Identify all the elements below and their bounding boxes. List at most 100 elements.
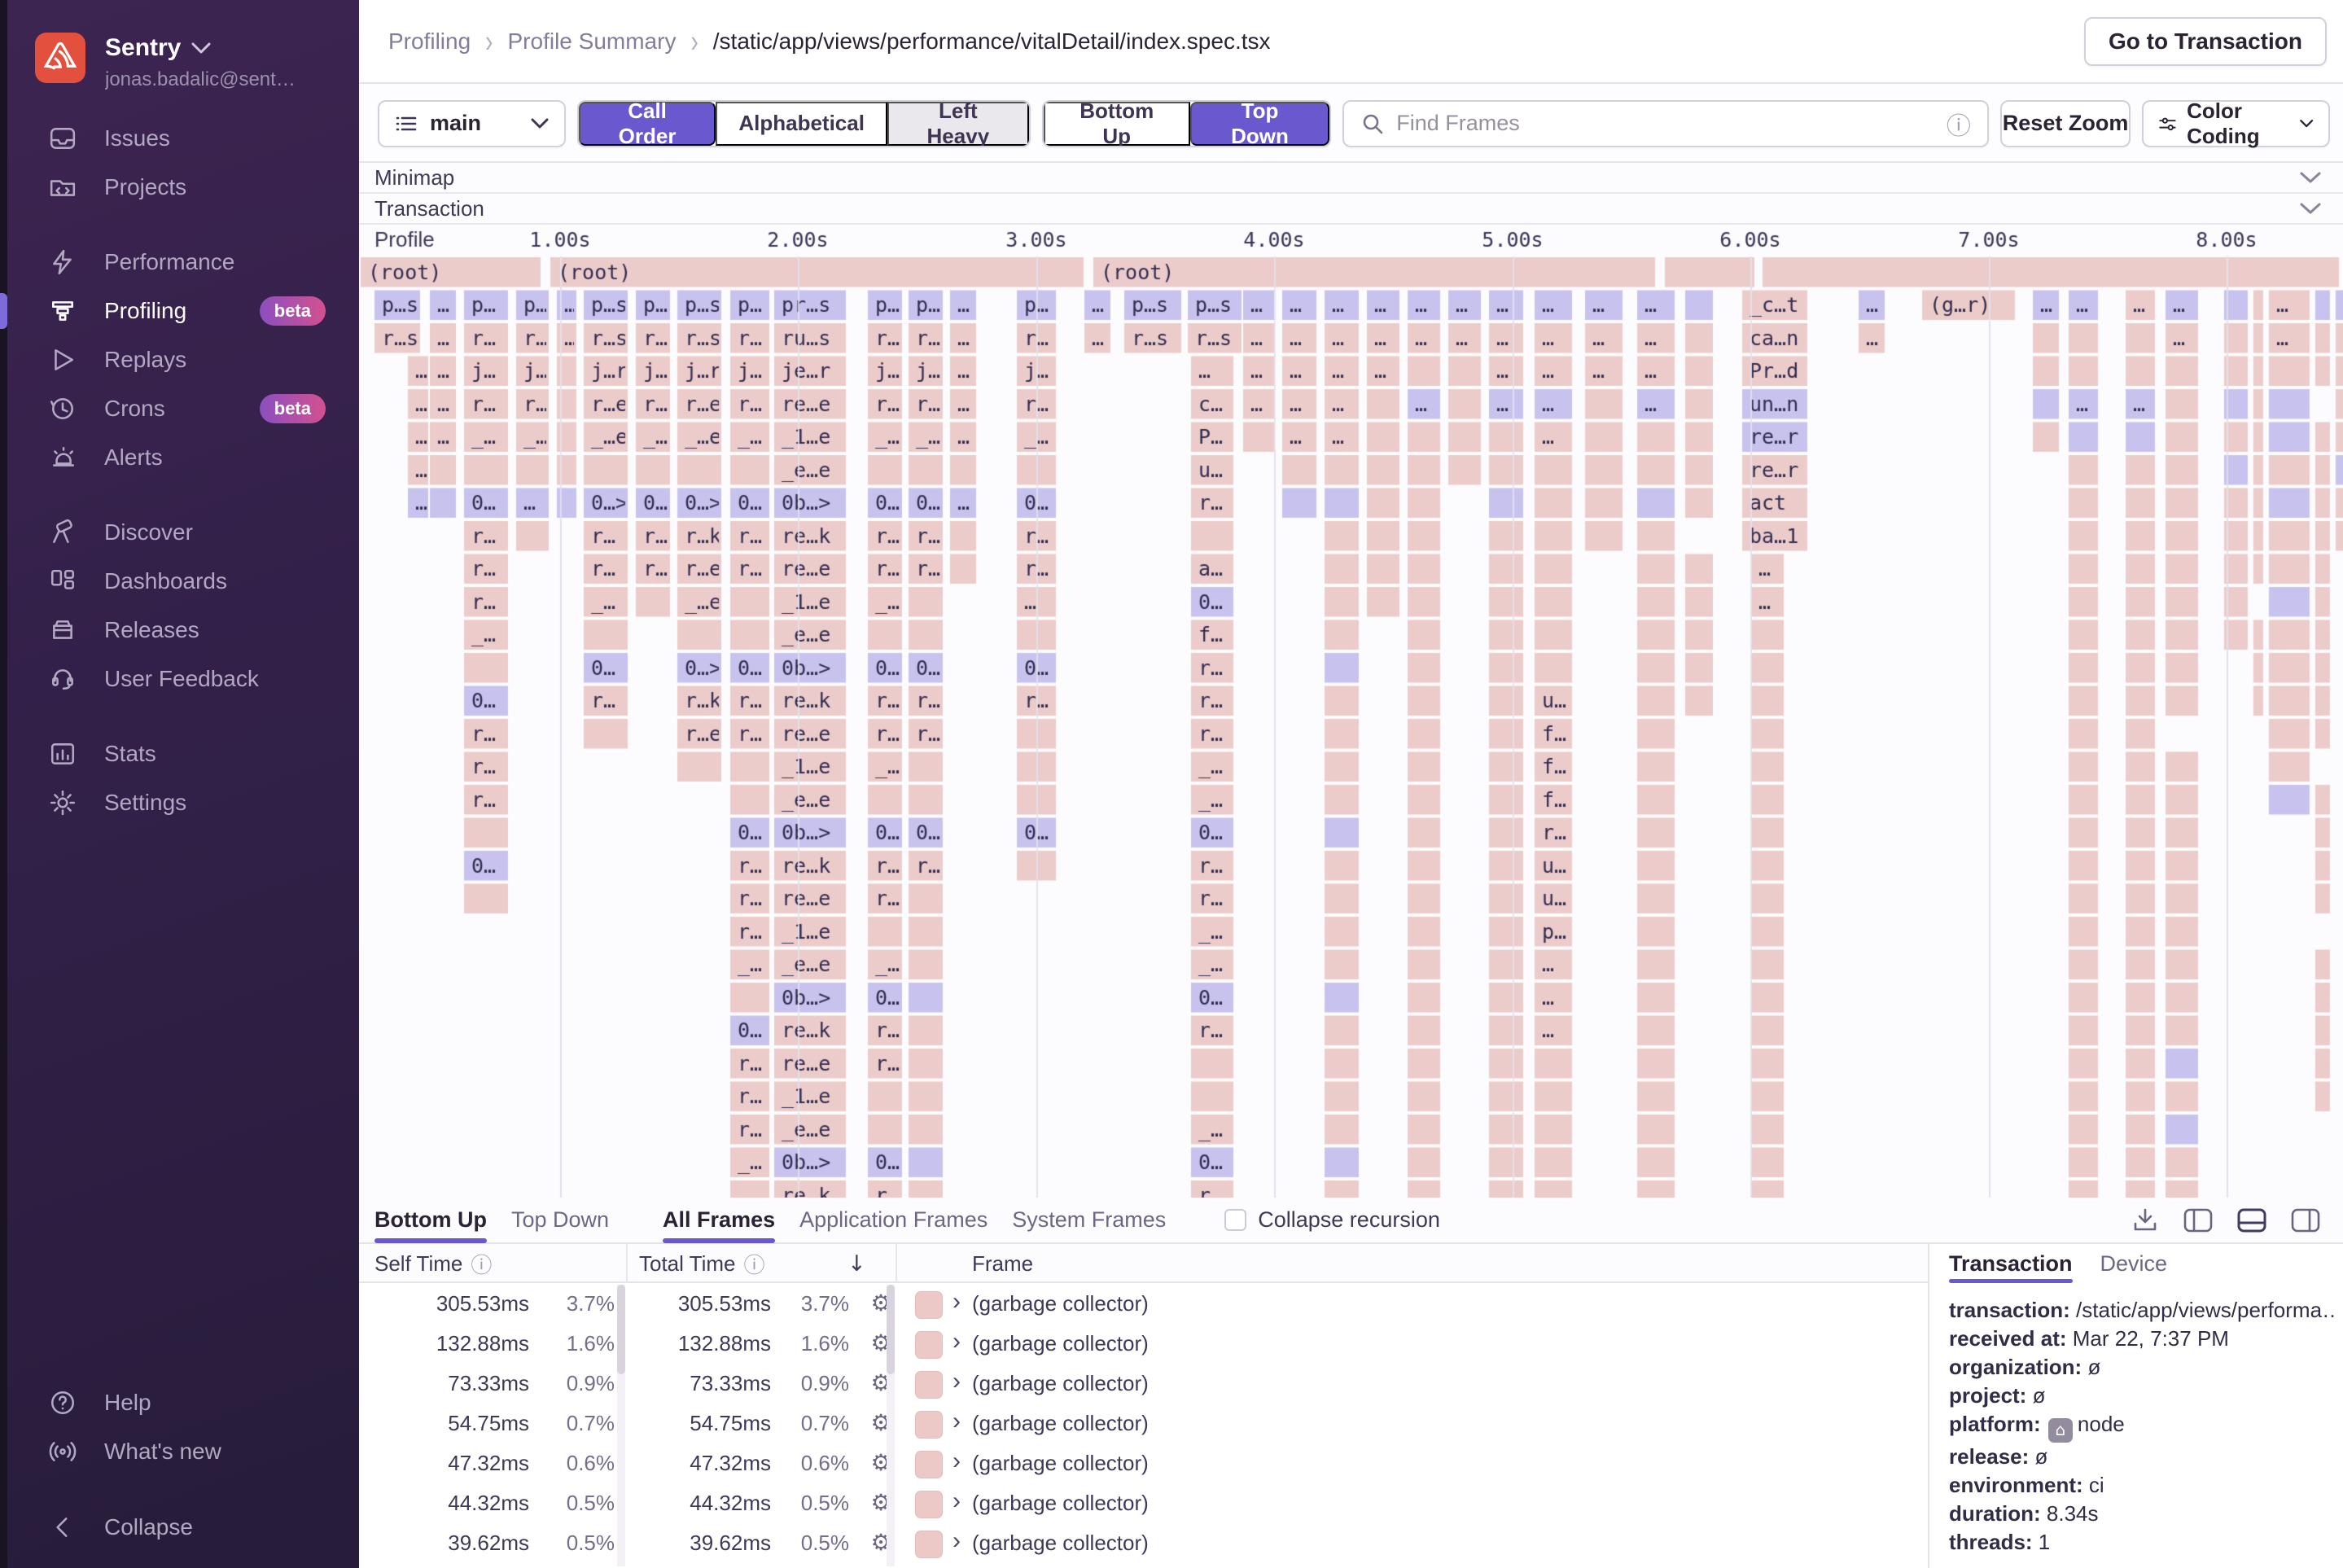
table-row[interactable]: 39.62ms0.5%39.62ms0.5%⚙︎›(garbage collec… xyxy=(359,1522,1928,1562)
table-row[interactable]: 44.32ms0.5%44.32ms0.5%⚙︎›(garbage collec… xyxy=(359,1483,1928,1522)
sort-direction-icon[interactable]: ↓ xyxy=(847,1244,866,1283)
sidebar-item-stats[interactable]: Stats xyxy=(0,729,359,778)
chevron-down-icon[interactable] xyxy=(2299,171,2322,184)
tab-all-frames[interactable]: All Frames xyxy=(663,1197,775,1243)
scrollbar-thumb[interactable] xyxy=(617,1285,625,1374)
breadcrumb-profiling[interactable]: Profiling xyxy=(388,28,471,55)
direction-option-bottom-up[interactable]: Bottom Up xyxy=(1044,102,1190,146)
frame-name[interactable]: (garbage collector) xyxy=(972,1331,1149,1356)
detail-platform: platform: ⌂node xyxy=(1949,1410,2335,1443)
dock-left-icon[interactable] xyxy=(2183,1208,2213,1233)
breadcrumb-profile-summary[interactable]: Profile Summary xyxy=(508,28,677,55)
frame-name[interactable]: (garbage collector) xyxy=(972,1491,1149,1516)
main-content: Profiling › Profile Summary › /static/ap… xyxy=(359,0,2343,1568)
stats-icon xyxy=(49,740,77,768)
collapse-icon xyxy=(49,1513,77,1541)
transaction-band[interactable]: Transaction xyxy=(359,194,2343,225)
expand-chevron-icon[interactable]: › xyxy=(953,1368,961,1395)
performance-icon xyxy=(49,248,77,276)
table-row[interactable]: 54.75ms0.7%54.75ms0.7%⚙︎›(garbage collec… xyxy=(359,1403,1928,1443)
expand-chevron-icon[interactable]: › xyxy=(953,1288,961,1316)
self-time-value: 39.62ms xyxy=(374,1531,529,1556)
issues-icon xyxy=(49,125,77,152)
sort-option-alphabetical[interactable]: Alphabetical xyxy=(716,102,887,146)
dock-bottom-icon[interactable] xyxy=(2237,1208,2266,1233)
detail-organization: organization: ø xyxy=(1949,1353,2335,1382)
download-icon[interactable] xyxy=(2131,1207,2159,1233)
sentry-logo-icon[interactable] xyxy=(35,33,85,83)
self-time-header[interactable]: Self Timeⓘ xyxy=(374,1244,492,1283)
sidebar-item-replays[interactable]: Replays xyxy=(0,335,359,384)
go-to-transaction-button[interactable]: Go to Transaction xyxy=(2084,17,2327,66)
sidebar-item-projects[interactable]: Projects xyxy=(0,163,359,212)
sidebar-item-help[interactable]: Help xyxy=(0,1378,359,1427)
expand-chevron-icon[interactable]: › xyxy=(953,1487,961,1515)
expand-chevron-icon[interactable]: › xyxy=(953,1527,961,1555)
reset-zoom-button[interactable]: Reset Zoom xyxy=(2000,100,2131,147)
find-frames-input[interactable] xyxy=(1396,111,1935,136)
sidebar-item-alerts[interactable]: Alerts xyxy=(0,433,359,482)
tab-top-down[interactable]: Top Down xyxy=(511,1197,609,1243)
sidebar-item-settings[interactable]: Settings xyxy=(0,778,359,827)
table-row[interactable]: 132.88ms1.6%132.88ms1.6%⚙︎›(garbage coll… xyxy=(359,1323,1928,1363)
sidebar: Sentry jonas.badalic@sent… IssuesProject… xyxy=(0,0,359,1568)
collapse-recursion-checkbox[interactable] xyxy=(1224,1209,1246,1231)
expand-chevron-icon[interactable]: › xyxy=(953,1448,961,1475)
sidebar-item-crons[interactable]: Cronsbeta xyxy=(0,384,359,433)
table-row[interactable]: 305.53ms3.7%305.53ms3.7%⚙︎›(garbage coll… xyxy=(359,1283,1928,1323)
flamegraph-canvas[interactable] xyxy=(359,225,2343,1198)
breadcrumb-separator-icon: › xyxy=(690,23,698,59)
details-tab-device[interactable]: Device xyxy=(2100,1244,2168,1283)
sort-option-call-order[interactable]: Call Order xyxy=(579,102,716,146)
table-row[interactable]: 47.32ms0.6%47.32ms0.6%⚙︎›(garbage collec… xyxy=(359,1443,1928,1483)
projects-icon xyxy=(49,173,77,201)
chevron-down-icon[interactable] xyxy=(2299,202,2322,215)
frame-name[interactable]: (garbage collector) xyxy=(972,1451,1149,1476)
releases-icon xyxy=(49,616,77,644)
find-frames-search[interactable]: ⓘ xyxy=(1342,100,1989,147)
tab-application-frames[interactable]: Application Frames xyxy=(799,1197,988,1243)
frame-name[interactable]: (garbage collector) xyxy=(972,1531,1149,1556)
scrollbar-track[interactable] xyxy=(887,1285,895,1566)
search-info-icon[interactable]: ⓘ xyxy=(1947,106,1971,142)
sidebar-item-what-s-new[interactable]: What's new xyxy=(0,1427,359,1476)
expand-chevron-icon[interactable]: › xyxy=(953,1408,961,1435)
sort-option-left-heavy[interactable]: Left Heavy xyxy=(887,102,1029,146)
total-time-header[interactable]: Total Timeⓘ xyxy=(639,1244,765,1283)
scrollbar-track[interactable] xyxy=(617,1285,625,1566)
dashboards-icon xyxy=(49,567,77,595)
table-row[interactable]: 73.33ms0.9%73.33ms0.9%⚙︎›(garbage collec… xyxy=(359,1363,1928,1403)
chevron-down-icon xyxy=(530,118,550,129)
sidebar-item-issues[interactable]: Issues xyxy=(0,114,359,163)
sidebar-item-performance[interactable]: Performance xyxy=(0,238,359,287)
detail-transaction: transaction: /static/app/views/performa… xyxy=(1949,1296,2335,1325)
frame-name[interactable]: (garbage collector) xyxy=(972,1411,1149,1436)
minimap-band[interactable]: Minimap xyxy=(359,163,2343,194)
org-chevron-down-icon[interactable] xyxy=(191,42,212,55)
sidebar-item-discover[interactable]: Discover xyxy=(0,508,359,557)
self-time-percent: 0.9% xyxy=(537,1371,615,1396)
frame-name[interactable]: (garbage collector) xyxy=(972,1291,1149,1316)
expand-chevron-icon[interactable]: › xyxy=(953,1328,961,1356)
tab-bottom-up[interactable]: Bottom Up xyxy=(374,1197,487,1243)
frame-header[interactable]: Frame xyxy=(972,1244,1033,1283)
scrollbar-thumb[interactable] xyxy=(887,1285,895,1374)
sidebar-item-label: What's new xyxy=(104,1439,221,1465)
sidebar-item-collapse[interactable]: Collapse xyxy=(0,1503,359,1552)
sidebar-item-profiling[interactable]: Profilingbeta xyxy=(0,287,359,335)
details-tab-transaction[interactable]: Transaction xyxy=(1949,1244,2073,1283)
thread-select[interactable]: main xyxy=(378,100,566,147)
details-panel: Transaction Device transaction: /static/a… xyxy=(1928,1244,2343,1568)
sidebar-item-label: Crons xyxy=(104,396,165,422)
frame-name[interactable]: (garbage collector) xyxy=(972,1371,1149,1396)
frame-color-swatch xyxy=(915,1491,943,1518)
sidebar-item-releases[interactable]: Releases xyxy=(0,606,359,655)
thread-select-value: main xyxy=(430,111,481,136)
sidebar-item-dashboards[interactable]: Dashboards xyxy=(0,557,359,606)
org-name[interactable]: Sentry xyxy=(105,34,181,62)
sidebar-item-user-feedback[interactable]: User Feedback xyxy=(0,655,359,703)
color-coding-button[interactable]: Color Coding xyxy=(2142,100,2330,147)
direction-option-top-down[interactable]: Top Down xyxy=(1190,102,1329,146)
tab-system-frames[interactable]: System Frames xyxy=(1012,1197,1166,1243)
dock-right-icon[interactable] xyxy=(2291,1208,2320,1233)
